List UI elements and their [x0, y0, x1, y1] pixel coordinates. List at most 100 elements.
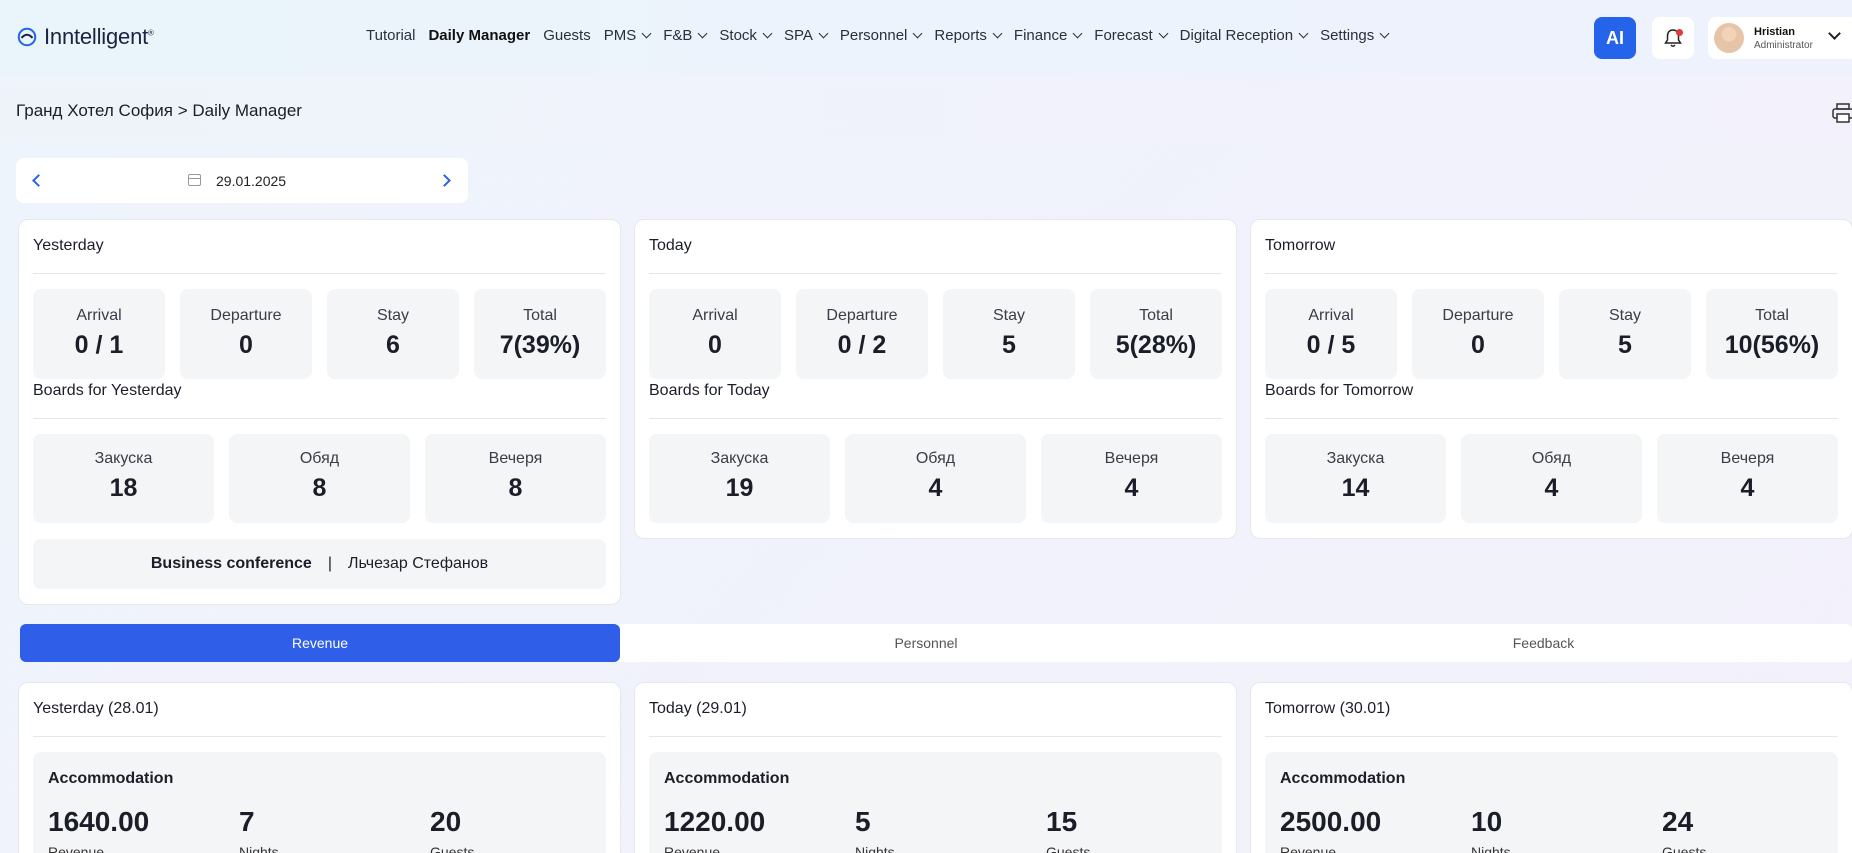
event-name: Business conference: [150, 555, 312, 572]
board-value: 19: [725, 474, 754, 502]
notifications-button[interactable]: [1652, 17, 1694, 59]
nav-item-label: Guests: [543, 27, 591, 44]
board-value: 18: [109, 474, 138, 502]
nav-item-label: Tutorial: [366, 27, 416, 44]
board-2: Вечеря 4: [1041, 434, 1222, 523]
nav-item-finance[interactable]: Finance: [1013, 27, 1083, 44]
nav-item-label: Settings: [1320, 27, 1375, 44]
stat-label: Departure: [1442, 307, 1514, 324]
tab-feedback[interactable]: Feedback: [1235, 624, 1852, 662]
section-tabs: Revenue Personnel Feedback: [20, 624, 1852, 662]
stat-departure: Departure 0: [1412, 289, 1544, 379]
nav-item-guests[interactable]: Guests: [543, 27, 591, 44]
stat-arrival: Arrival 0 / 1: [33, 289, 165, 379]
chevron-down-icon: [1379, 28, 1390, 39]
stat-label: Arrival: [76, 307, 122, 324]
stat-value: 5(28%): [1115, 331, 1197, 359]
board-0: Закуска 18: [33, 434, 214, 523]
stat-value: 0: [708, 331, 722, 359]
nav-item-label: Personnel: [839, 27, 908, 44]
accommodation-guests-value: 24: [1662, 806, 1694, 837]
stat-departure: Departure 0: [180, 289, 312, 379]
nav-item-pms[interactable]: PMS: [604, 27, 652, 44]
board-1: Обяд 8: [229, 434, 410, 523]
stat-value: 6: [386, 331, 400, 359]
divider: [1265, 273, 1838, 274]
app-logo[interactable]: Inntelligent®: [16, 24, 154, 50]
stat-label: Arrival: [692, 307, 738, 324]
accommodation-revenue-value: 2500.00: [1280, 806, 1382, 837]
chevron-down-icon: [912, 28, 923, 39]
stat-label: Stay: [992, 307, 1025, 324]
ai-assistant-button[interactable]: AI: [1594, 17, 1636, 59]
nav-item-tutorial[interactable]: Tutorial: [366, 27, 415, 44]
boards-title: Boards for Today: [649, 382, 770, 399]
accommodation-title: Accommodation: [48, 770, 174, 787]
divider: [1265, 418, 1838, 419]
stat-arrival: Arrival 0 / 5: [1265, 289, 1397, 379]
revenue-card-title: Tomorrow (30.01): [1265, 700, 1391, 717]
nav-item-f-b[interactable]: F&B: [663, 27, 708, 44]
board-label: Обяд: [299, 450, 340, 467]
nav-item-label: Forecast: [1094, 27, 1153, 44]
event-person: Льчезар Стефанов: [347, 555, 489, 572]
accommodation-guests-value: 15: [1046, 806, 1078, 837]
divider: [33, 273, 606, 274]
nav-item-personnel[interactable]: Personnel: [839, 27, 923, 44]
selected-date[interactable]: 29.01.2025: [216, 173, 286, 189]
nav-item-forecast[interactable]: Forecast: [1094, 27, 1169, 44]
chevron-left-icon[interactable]: [32, 174, 45, 187]
board-1: Обяд 4: [845, 434, 1026, 523]
accommodation-guests-label: Guests: [1046, 844, 1091, 853]
nav-item-daily-manager[interactable]: Daily Manager: [428, 27, 530, 44]
main-nav: Tutorial Daily Manager Guests PMS F&B Stock SP…: [366, 27, 1401, 44]
nav-item-settings[interactable]: Settings: [1320, 27, 1390, 44]
board-value: 4: [928, 474, 943, 502]
stat-label: Stay: [1608, 307, 1641, 324]
divider: [33, 736, 606, 737]
accommodation-nights-value: 10: [1471, 806, 1503, 837]
print-icon[interactable]: [1832, 103, 1852, 123]
chevron-right-icon[interactable]: [438, 174, 451, 187]
accommodation-nights-value: 7: [239, 806, 255, 837]
accommodation-guests-label: Guests: [430, 844, 475, 853]
board-label: Закуска: [1326, 450, 1385, 467]
stat-arrival: Arrival 0: [649, 289, 781, 379]
nav-item-digital-reception[interactable]: Digital Reception: [1180, 27, 1309, 44]
board-value: 4: [1740, 474, 1755, 502]
boards-title: Boards for Yesterday: [33, 382, 182, 399]
stat-label: Departure: [826, 307, 898, 324]
board-1: Обяд 4: [1461, 434, 1642, 523]
nav-item-spa[interactable]: SPA: [784, 27, 829, 44]
stat-label: Stay: [376, 307, 409, 324]
board-value: 14: [1341, 474, 1370, 502]
day-card-title: Yesterday: [33, 237, 104, 254]
divider: [33, 418, 606, 419]
board-value: 4: [1124, 474, 1139, 502]
event-banner[interactable]: Business conference | Льчезар Стефанов: [33, 539, 606, 589]
board-0: Закуска 14: [1265, 434, 1446, 523]
nav-item-reports[interactable]: Reports: [934, 27, 1003, 44]
tab-personnel[interactable]: Personnel: [620, 624, 1232, 662]
calendar-icon: [188, 174, 201, 186]
user-menu[interactable]: Hristian Administrator: [1708, 17, 1852, 59]
date-picker[interactable]: 29.01.2025: [16, 158, 468, 203]
stat-stay: Stay 5: [1559, 289, 1691, 379]
chevron-down-icon: [762, 28, 773, 39]
accommodation-guests-value: 20: [430, 806, 462, 837]
nav-item-stock[interactable]: Stock: [719, 27, 773, 44]
stat-label: Total: [1755, 307, 1789, 324]
accommodation-nights-value: 5: [855, 806, 871, 837]
board-label: Вечеря: [1720, 450, 1775, 467]
stat-value: 0 / 5: [1306, 331, 1356, 359]
notification-badge: [1676, 29, 1683, 36]
tab-revenue[interactable]: Revenue: [20, 624, 620, 662]
stat-label: Total: [523, 307, 557, 324]
logo-text: Inntelligent®: [44, 24, 154, 49]
accommodation-revenue-label: Revenue: [1280, 844, 1337, 853]
stat-stay: Stay 5: [943, 289, 1075, 379]
board-label: Обяд: [915, 450, 956, 467]
accommodation-revenue-value: 1640.00: [48, 806, 150, 837]
nav-item-label: Finance: [1013, 27, 1068, 44]
stat-value: 10(56%): [1724, 331, 1820, 359]
